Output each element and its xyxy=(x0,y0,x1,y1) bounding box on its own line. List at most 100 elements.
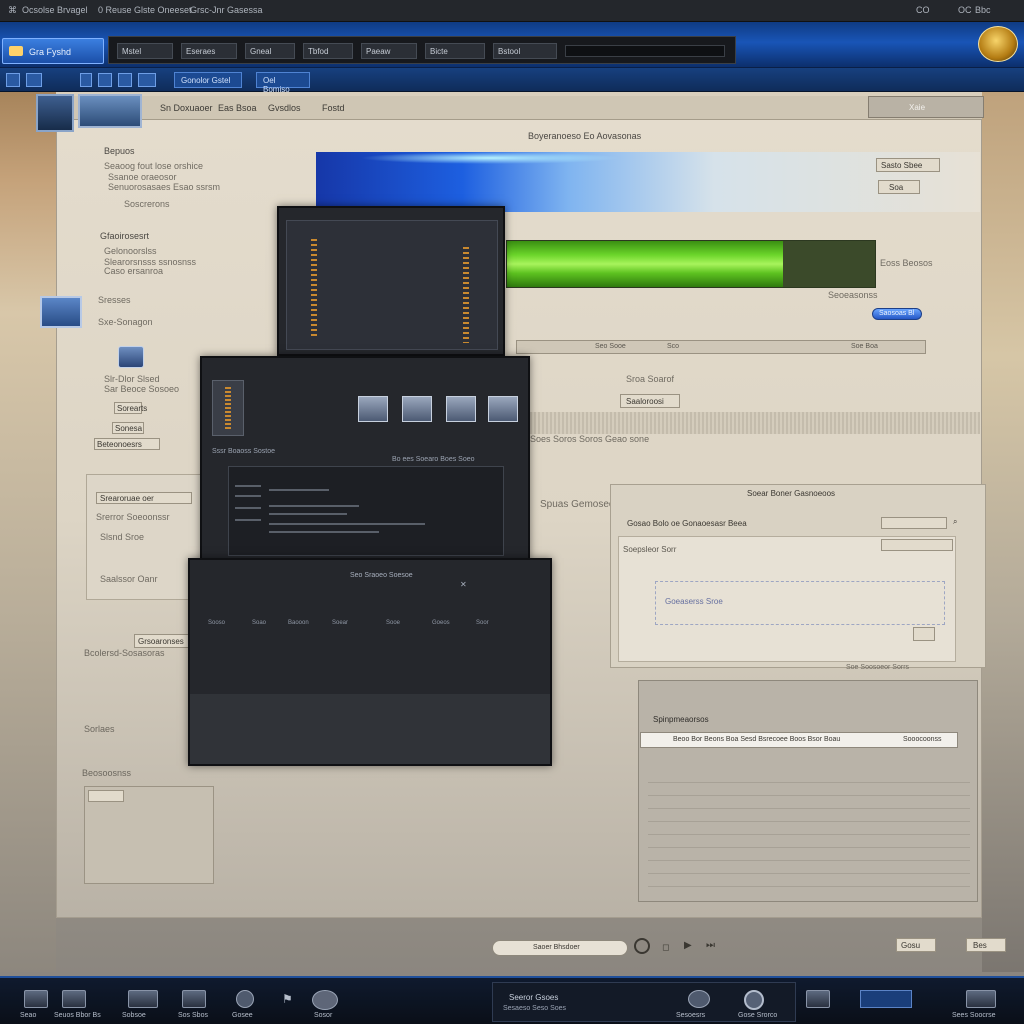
taskbar-active-subtitle: Sesaeso Seso Soes xyxy=(503,1005,567,1012)
taskbar-app-4-icon[interactable] xyxy=(806,990,830,1008)
bookmark-icon[interactable] xyxy=(138,73,156,87)
column-4[interactable]: Soear xyxy=(332,620,348,626)
taskbar-flag-icon[interactable]: ⚑ xyxy=(282,992,293,1006)
right-panel-2-input[interactable]: Beoo Bor Beons Boa Sesd Bsrecoee Boos Bs… xyxy=(640,732,958,748)
right-panel-1-field[interactable] xyxy=(881,517,947,529)
skip-icon[interactable]: ⏭ xyxy=(706,940,715,951)
taskbar-label-10: Sees Soocrse xyxy=(952,1012,996,1019)
right-button-2[interactable]: Soa xyxy=(878,180,920,194)
media-thumb-2-icon[interactable] xyxy=(402,396,432,422)
toolbar-item-7[interactable]: Bstool xyxy=(493,43,557,59)
top-right-button[interactable]: Xaie xyxy=(868,96,984,118)
left-bottom-button[interactable] xyxy=(88,790,124,802)
taskbar-app-5-icon[interactable] xyxy=(860,990,912,1008)
search-icon[interactable]: ⌕ xyxy=(953,517,957,527)
history-icon[interactable] xyxy=(118,73,132,87)
taskbar-label-1: Seao xyxy=(20,1012,37,1019)
window-control-2[interactable]: OC xyxy=(958,5,972,15)
window-control-3[interactable]: Bbc xyxy=(975,5,991,15)
media-thumb-4-icon[interactable] xyxy=(488,396,518,422)
dark-window-3-footer xyxy=(190,694,550,764)
home-icon[interactable] xyxy=(98,73,112,87)
taskbar-user-icon[interactable] xyxy=(312,990,338,1010)
drive-icon[interactable] xyxy=(118,346,144,368)
left-button-3[interactable]: Beteonoesrs xyxy=(94,438,160,450)
tab-primary[interactable]: Gonolor Gstel xyxy=(174,72,242,88)
left-list-item-1[interactable]: Srearoruae oer xyxy=(96,492,192,504)
left-list-item-5[interactable]: Grsoaronses xyxy=(134,634,190,648)
close-icon[interactable]: ✕ xyxy=(460,580,467,589)
column-1[interactable]: Sooso xyxy=(208,620,225,626)
toolbar-search-field[interactable] xyxy=(565,45,725,57)
section-2-line-1: Gelonoorslss xyxy=(104,246,157,256)
blue-action-button[interactable]: Saosoas Bl xyxy=(872,308,922,320)
folder-icon xyxy=(9,46,23,56)
toolbar-item-4[interactable]: Tbfod xyxy=(303,43,353,59)
breadcrumb-item-2[interactable]: Eas Bsoa xyxy=(218,103,257,113)
bottom-pill-button[interactable]: Saoer Bhsdoer xyxy=(492,940,628,956)
toolbar: Mstel Eseraes Gneal Tbfod Paeaw Bicte Bs… xyxy=(108,36,736,64)
taskbar-network-icon[interactable] xyxy=(688,990,710,1008)
play-icon[interactable]: ▶ xyxy=(684,940,692,951)
tab-secondary[interactable]: Oel Bomiso xyxy=(256,72,310,94)
column-7[interactable]: Soor xyxy=(476,620,489,626)
progress-label-1: Eoss Beosos xyxy=(880,258,933,268)
taskbar-settings-icon[interactable] xyxy=(744,990,764,1010)
thumbnail-1[interactable] xyxy=(36,94,74,132)
thumbnail-2[interactable] xyxy=(78,94,142,128)
window-title: Ocsolse Brvagel xyxy=(22,5,88,15)
dark-window-2[interactable]: Sssr Boaoss Sostoe Bo ees Soearo Boes So… xyxy=(200,356,530,562)
column-6[interactable]: Goeos xyxy=(432,620,450,626)
menu-item-2[interactable]: Grsc-Jnr Gasessa xyxy=(190,5,263,15)
left-list-item-4[interactable]: Saalssor Oanr xyxy=(100,574,158,584)
refresh-icon[interactable] xyxy=(80,73,92,87)
back-icon[interactable] xyxy=(6,73,20,87)
app-logo-button[interactable]: Gra Fyshd xyxy=(2,38,104,64)
stop-icon[interactable]: ◻ xyxy=(662,942,669,953)
column-2[interactable]: Soao xyxy=(252,620,266,626)
left-button-2[interactable]: Sonesa xyxy=(112,422,144,434)
section-1-link[interactable]: Soscrerons xyxy=(124,199,170,209)
left-list-item-6[interactable]: Bcolersd-Sosasoras xyxy=(84,648,165,658)
media-thumb-1-icon[interactable] xyxy=(358,396,388,422)
window-control-1[interactable]: CO xyxy=(916,5,930,15)
footer-right-button-1[interactable]: Gosu xyxy=(896,938,936,952)
forward-icon[interactable] xyxy=(26,73,42,87)
taskbar-app-6-icon[interactable] xyxy=(966,990,996,1008)
left-list-item-7[interactable]: Sorlaes xyxy=(84,724,115,734)
hero-glow xyxy=(360,152,620,164)
dark-window-3[interactable]: Seo Sraoeo Soesoe ✕ Sooso Soao Baooon So… xyxy=(188,558,552,766)
media-thumb-3-icon[interactable] xyxy=(446,396,476,422)
footer-right-button-2[interactable]: Bes xyxy=(966,938,1006,952)
right-panel-1-small-button[interactable] xyxy=(913,627,935,641)
column-5[interactable]: Sooe xyxy=(386,620,400,626)
scrubber-bar[interactable]: Seo Sooe Sco Soe Boa xyxy=(516,340,926,354)
taskbar-start-icon[interactable] xyxy=(24,990,48,1008)
breadcrumb-item-3[interactable]: Gvsdlos xyxy=(268,103,301,113)
center-button[interactable]: Saaloroosi xyxy=(620,394,680,408)
taskbar-app-2-icon[interactable] xyxy=(128,990,158,1008)
left-list-item-3[interactable]: Slsnd Sroe xyxy=(100,532,144,542)
record-icon[interactable] xyxy=(634,938,650,954)
left-list-item-2[interactable]: Srerror Soeoonssr xyxy=(96,512,170,522)
taskbar-globe-icon[interactable] xyxy=(236,990,254,1008)
toolbar-item-6[interactable]: Bicte xyxy=(425,43,485,59)
right-button-1[interactable]: Sasto Sbee xyxy=(876,158,940,172)
left-button-1[interactable]: Sorearts xyxy=(114,402,147,414)
taskbar-app-1-icon[interactable] xyxy=(62,990,86,1008)
toolbar-item-2[interactable]: Eseraes xyxy=(181,43,237,59)
breadcrumb-item-4[interactable]: Fostd xyxy=(322,103,345,113)
right-panel-1-dropdown[interactable] xyxy=(881,539,953,551)
progress-bar-fill xyxy=(507,241,783,287)
column-3[interactable]: Baooon xyxy=(288,620,309,626)
taskbar-app-3-icon[interactable] xyxy=(182,990,206,1008)
scrubber-label-3: Soe Boa xyxy=(851,343,878,350)
folder-icon-button[interactable] xyxy=(40,296,82,328)
toolbar-item-5[interactable]: Paeaw xyxy=(361,43,417,59)
breadcrumb-item-1[interactable]: Sn Doxuaoer xyxy=(160,103,213,113)
menu-item-1[interactable]: 0 Reuse Glste Oneeset xyxy=(98,5,192,15)
taskbar-label-2: Seuos Bbor Bs xyxy=(54,1012,101,1019)
toolbar-item-3[interactable]: Gneal xyxy=(245,43,295,59)
toolbar-item-1[interactable]: Mstel xyxy=(117,43,173,59)
left-list-item-8[interactable]: Beosoosnss xyxy=(82,768,131,778)
